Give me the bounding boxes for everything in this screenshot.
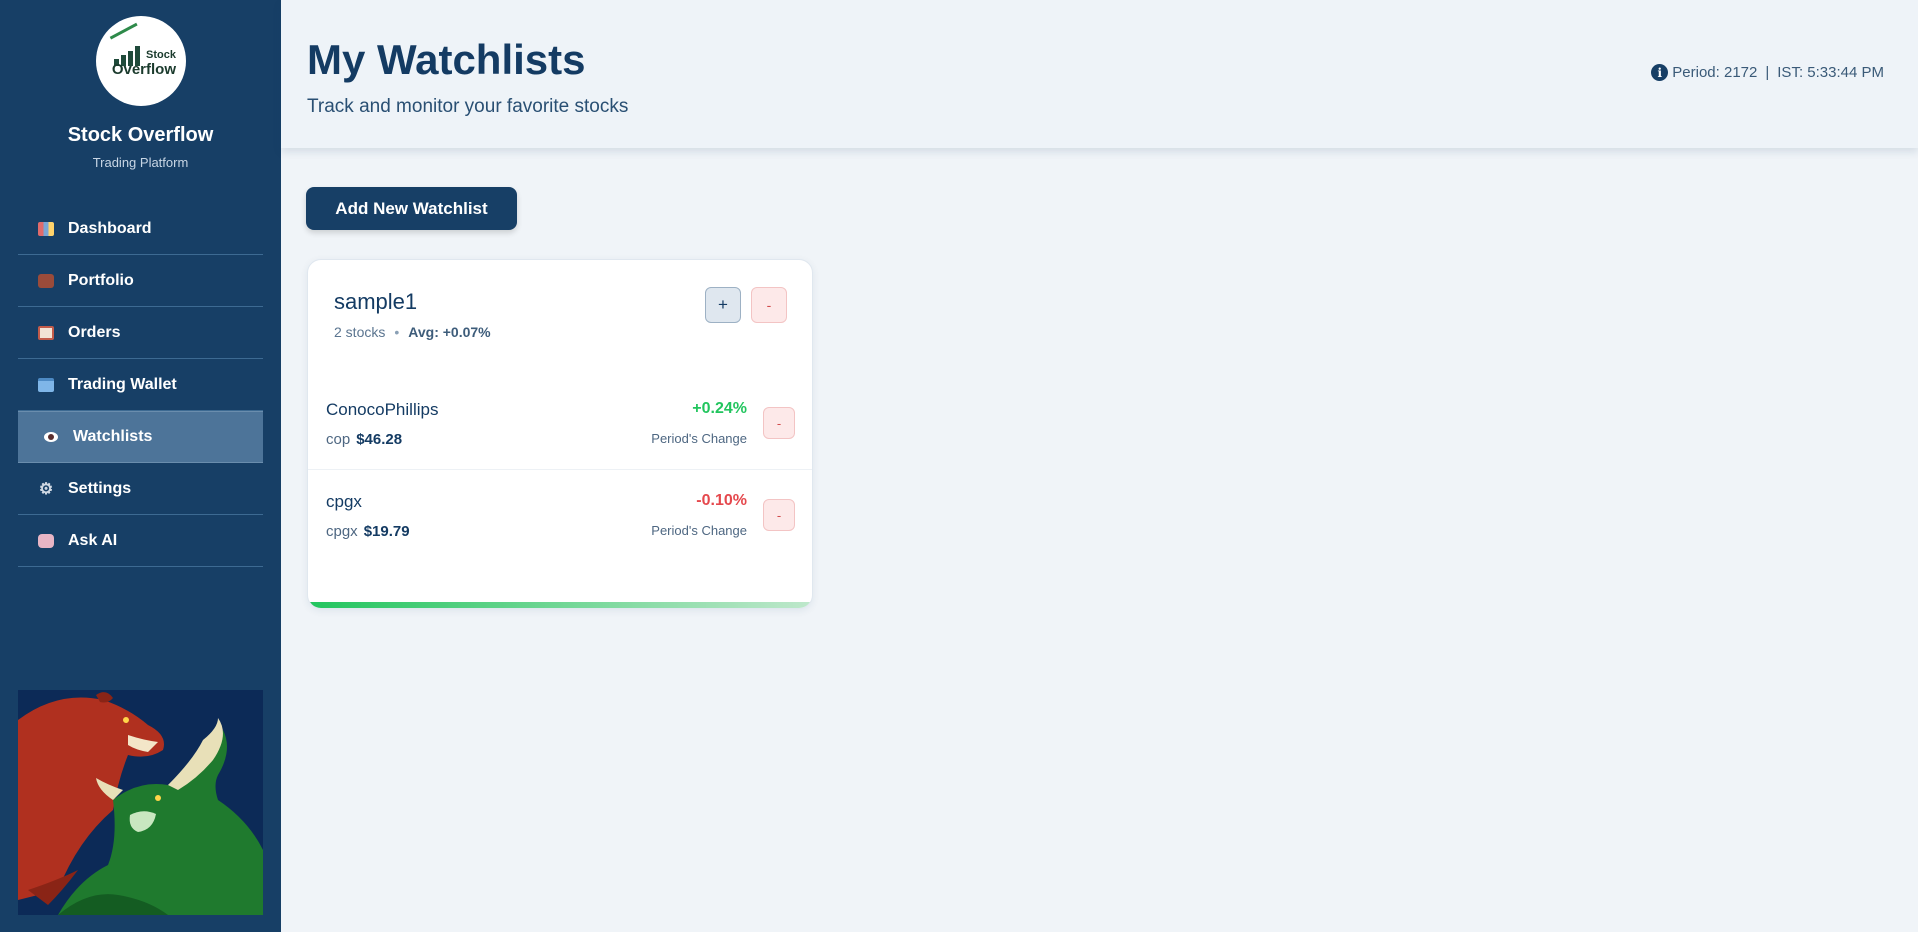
sidebar-item-portfolio[interactable]: Portfolio	[18, 255, 263, 307]
stock-symbol: cpgx	[326, 523, 358, 540]
brand-logo[interactable]: Stock Overflow	[96, 16, 186, 106]
brand-subtitle: Trading Platform	[92, 155, 189, 170]
period-label: Period: 2172	[1672, 64, 1758, 81]
logo-word-2: Overflow	[111, 61, 176, 78]
delete-watchlist-button[interactable]: -	[751, 287, 787, 323]
logo-wordmark: Stock Overflow	[110, 49, 176, 78]
sidebar-item-label: Portfolio	[68, 271, 134, 289]
stock-price: $46.28	[356, 431, 403, 448]
sidebar-item-label: Settings	[68, 479, 132, 497]
clipboard-icon	[38, 325, 54, 340]
meta-dot: •	[394, 324, 400, 340]
chart-icon	[38, 221, 54, 236]
stock-name: cpgx	[326, 492, 362, 511]
gear-icon: ⚙	[38, 480, 54, 498]
add-watchlist-button[interactable]: Add New Watchlist	[306, 187, 517, 230]
change-label: Period's Change	[651, 431, 747, 446]
stock-change: +0.24%	[692, 400, 747, 417]
sidebar-item-settings[interactable]: ⚙ Settings	[18, 463, 263, 515]
card-accent-bar	[308, 602, 812, 608]
info-icon[interactable]: i	[1651, 64, 1669, 81]
list-item[interactable]: cpgx cpgx $19.79 -0.10% Period's Change -	[308, 472, 812, 562]
bull-bear-image	[18, 690, 263, 915]
page-subtitle: Track and monitor your favorite stocks	[307, 96, 629, 117]
stock-price: $19.79	[363, 523, 410, 540]
sidebar-item-label: Ask AI	[68, 531, 118, 549]
sidebar-item-label: Orders	[68, 323, 121, 341]
watchlist-meta: 2 stocks • Avg: +0.07%	[334, 324, 491, 340]
sidebar-item-trading-wallet[interactable]: Trading Wallet	[18, 359, 263, 411]
stock-count: 2 stocks	[334, 324, 386, 340]
briefcase-icon	[38, 273, 54, 288]
sidebar: Stock Overflow Stock Overflow Trading Pl…	[0, 0, 281, 932]
sidebar-item-ask-ai[interactable]: Ask AI	[18, 515, 263, 567]
stock-symbol: cop	[326, 431, 351, 448]
stock-details: cpgx $19.79	[326, 523, 410, 540]
sidebar-item-watchlists[interactable]: Watchlists	[18, 411, 263, 463]
separator: |	[1765, 64, 1770, 81]
brand-name: Stock Overflow	[67, 124, 214, 146]
credit-card-icon	[38, 377, 54, 392]
list-item[interactable]: ConocoPhillips cop $46.28 +0.24% Period's…	[308, 380, 812, 470]
remove-stock-button[interactable]: -	[763, 499, 795, 531]
page-title: My Watchlists	[307, 36, 586, 83]
sidebar-item-label: Dashboard	[68, 219, 152, 237]
bull-bear-illustration	[18, 690, 263, 915]
sidebar-item-label: Watchlists	[73, 428, 153, 445]
remove-stock-button[interactable]: -	[763, 407, 795, 439]
add-stock-button[interactable]: +	[705, 287, 741, 323]
sidebar-item-label: Trading Wallet	[68, 375, 177, 393]
stock-details: cop $46.28	[326, 431, 402, 448]
watchlist-name: sample1	[334, 289, 418, 314]
sidebar-nav: Dashboard Portfolio Orders Trading Walle…	[18, 203, 263, 567]
sidebar-item-orders[interactable]: Orders	[18, 307, 263, 359]
robot-icon	[38, 533, 54, 548]
sidebar-item-dashboard[interactable]: Dashboard	[18, 203, 263, 255]
logo-word-1: Stock	[146, 49, 176, 61]
stock-change: -0.10%	[696, 492, 747, 509]
period-status: i Period: 2172 | IST: 5:33:44 PM	[1651, 64, 1884, 81]
eye-icon	[43, 430, 59, 444]
stock-name: ConocoPhillips	[326, 400, 439, 419]
watchlist-card: sample1 2 stocks • Avg: +0.07% + - Conoc…	[307, 259, 813, 609]
ist-time: IST: 5:33:44 PM	[1777, 64, 1884, 81]
average-change: Avg: +0.07%	[408, 324, 491, 340]
change-label: Period's Change	[651, 523, 747, 538]
page-header: My Watchlists Track and monitor your fav…	[281, 0, 1918, 148]
